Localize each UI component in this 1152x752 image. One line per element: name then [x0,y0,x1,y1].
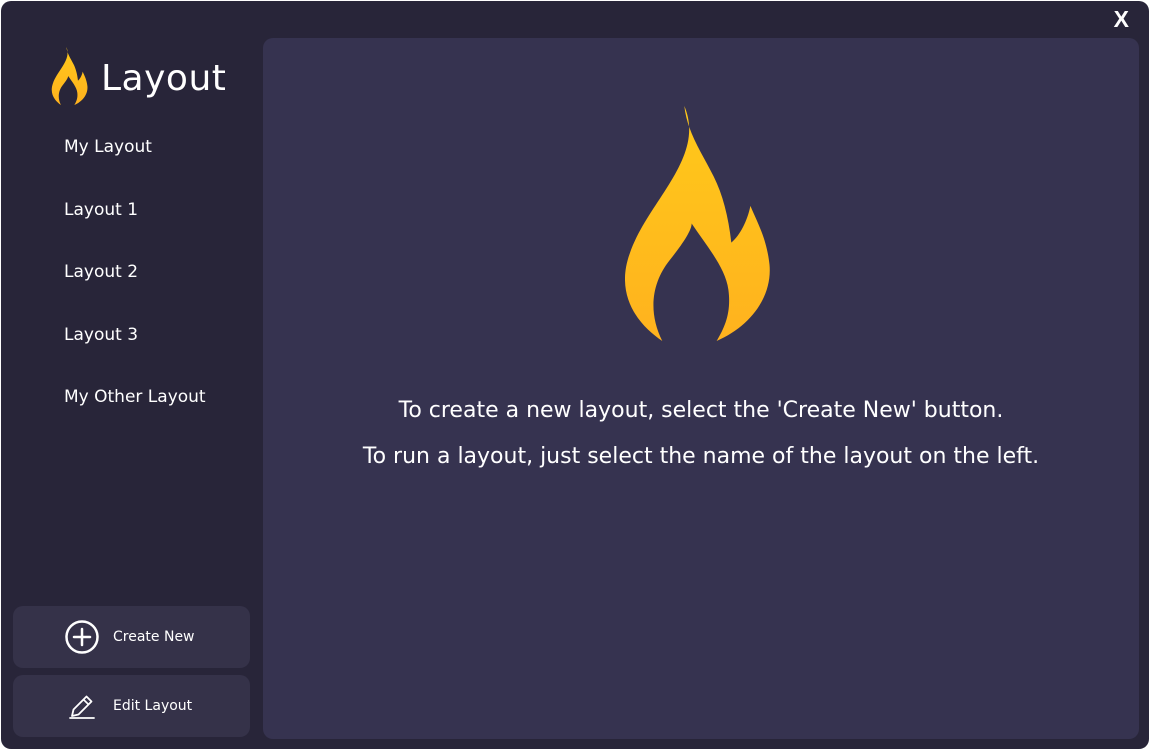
sidebar-item-my-layout[interactable]: My Layout [64,123,254,186]
instruction-run: To run a layout, just select the name of… [362,444,1040,469]
instructions: To create a new layout, select the 'Crea… [263,388,1139,480]
brand-header: Layout [51,47,226,109]
flame-icon [624,106,773,345]
layout-list: My Layout Layout 1 Layout 2 Layout 3 My … [64,123,254,436]
plus-circle-icon [64,619,100,655]
sidebar-item-layout-2[interactable]: Layout 2 [64,248,254,311]
sidebar-item-layout-3[interactable]: Layout 3 [64,311,254,374]
app-window: X Layout My Layout Layout 1 Layout 2 Lay… [1,1,1149,749]
create-new-label: Create New [113,629,195,645]
flame-icon [51,47,89,109]
close-button[interactable]: X [1114,7,1129,31]
instruction-create: To create a new layout, select the 'Crea… [398,398,1004,423]
sidebar-item-my-other-layout[interactable]: My Other Layout [64,373,254,436]
main-panel: To create a new layout, select the 'Crea… [263,38,1139,739]
edit-layout-button[interactable]: Edit Layout [13,675,250,737]
app-title: Layout [101,57,227,99]
sidebar-item-layout-1[interactable]: Layout 1 [64,186,254,249]
pencil-icon [64,688,100,724]
create-new-button[interactable]: Create New [13,606,250,668]
edit-layout-label: Edit Layout [113,698,193,714]
